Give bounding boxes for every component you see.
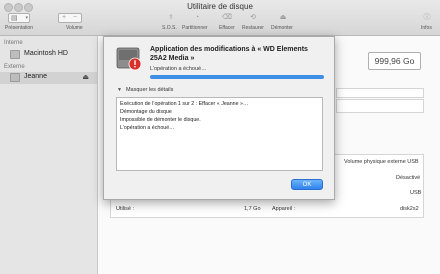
- sidebar-item-jeanne[interactable]: Jeanne ⏏: [0, 72, 97, 84]
- log-line: Exécution de l’opération 1 sur 2 : Effac…: [120, 101, 249, 107]
- hard-drive-icon: [10, 50, 20, 59]
- volume-button[interactable]: + −: [58, 13, 82, 23]
- dialog-title: Application des modifications à « WD Ele…: [150, 46, 308, 62]
- partition-label: Partitionner: [182, 25, 208, 31]
- erase-label: Effacer: [219, 25, 235, 31]
- title-bar: Utilitaire de disque ▤ ▾ Présentation + …: [0, 0, 440, 36]
- ok-button[interactable]: OK: [291, 179, 323, 190]
- partition-icon[interactable]: ◔: [190, 14, 204, 22]
- protocol: USB: [410, 190, 422, 196]
- used-value: 1,7 Go: [244, 206, 261, 212]
- plus-icon: +: [62, 14, 67, 21]
- sidebar-item-label: Macintosh HD: [24, 50, 68, 57]
- log-line: Impossible de démonter le disque.: [120, 117, 201, 123]
- disclosure-triangle-icon: ▼: [117, 87, 122, 93]
- restore-icon[interactable]: ⟲: [246, 14, 260, 22]
- info-icon[interactable]: ⓘ: [420, 14, 434, 22]
- first-aid-icon[interactable]: ⚕: [164, 14, 178, 22]
- window-title: Utilitaire de disque: [187, 2, 253, 11]
- minus-icon: −: [73, 14, 78, 21]
- used-label: Utilisé :: [116, 206, 135, 212]
- chevron-down-icon: ▾: [25, 15, 28, 21]
- sidebar-icon: ▤: [11, 15, 18, 22]
- details-toggle-label: Masquer les détails: [125, 87, 174, 93]
- connection-type: Volume physique externe USB: [344, 159, 419, 165]
- sos-label: S.O.S.: [162, 25, 177, 31]
- unmount-icon[interactable]: ⏏: [276, 14, 290, 22]
- device-label: Appareil :: [272, 206, 296, 212]
- info-box-top: [336, 88, 424, 98]
- smart-status: Désactivé: [396, 175, 421, 181]
- sidebar-item-label: Jeanne: [24, 73, 47, 80]
- volume-label: Volume: [66, 25, 83, 31]
- operation-dialog: Application des modifications à « WD Ele…: [103, 36, 335, 200]
- info-label: Infos: [421, 25, 432, 31]
- disk-error-icon: [116, 47, 142, 71]
- erase-icon[interactable]: ⌫: [220, 14, 234, 22]
- sidebar: Interne Macintosh HD Externe Jeanne ⏏: [0, 36, 98, 274]
- eject-icon[interactable]: ⏏: [82, 73, 89, 81]
- progress-fill: [150, 75, 324, 79]
- external-drive-icon: [10, 73, 20, 82]
- details-toggle[interactable]: ▼ Masquer les détails: [117, 87, 173, 93]
- unmount-label: Démonter: [271, 25, 293, 31]
- sidebar-section-external: Externe: [4, 64, 25, 70]
- log-line: L’opération a échoué…: [120, 125, 175, 131]
- presentation-button[interactable]: ▤ ▾: [8, 13, 30, 23]
- sidebar-item-macintosh-hd[interactable]: Macintosh HD: [0, 49, 97, 61]
- progress-bar: [150, 75, 324, 79]
- log-line: Démontage du disque: [120, 109, 172, 115]
- info-box-mid: [336, 99, 424, 113]
- presentation-label: Présentation: [5, 25, 34, 31]
- sidebar-section-internal: Interne: [4, 40, 23, 46]
- device-value: disk2s2: [400, 206, 419, 212]
- restore-label: Restaurer: [242, 25, 264, 31]
- dialog-status: L’opération a échoué…: [150, 66, 207, 72]
- capacity-display: 999,96 Go: [368, 52, 421, 70]
- details-log: Exécution de l’opération 1 sur 2 : Effac…: [116, 97, 323, 171]
